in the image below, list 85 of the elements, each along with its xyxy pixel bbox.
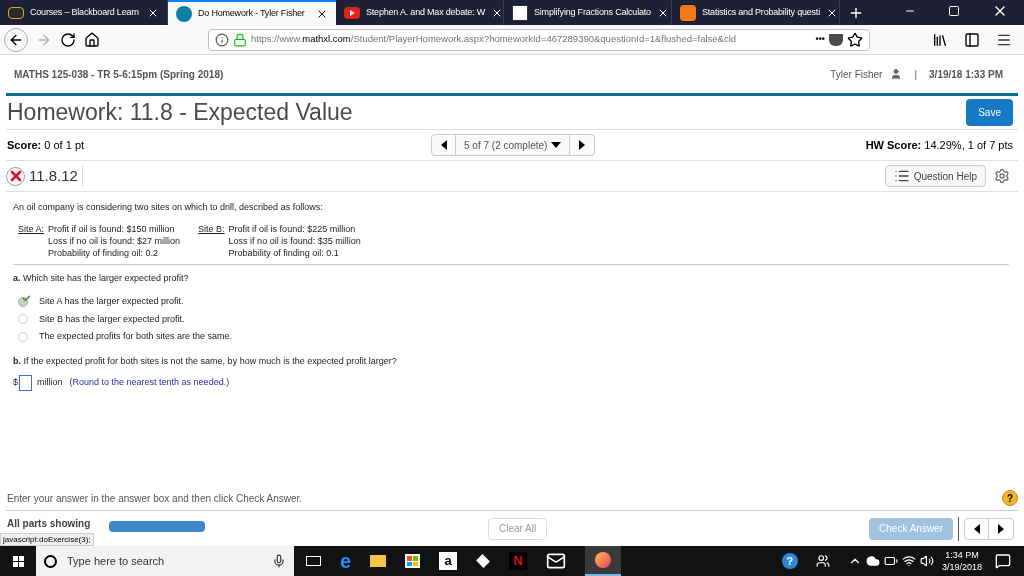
browser-e-icon[interactable]: e	[340, 551, 352, 571]
battery-icon[interactable]	[883, 554, 898, 568]
course-name: MATHS 125-038 - TR 5-6:15pm (Spring 2018)	[14, 67, 224, 82]
answer-option[interactable]: The expected profits for both sites are the same.	[18, 330, 1009, 344]
question-dropdown[interactable]: 5 of 7 (2 complete)	[456, 135, 571, 155]
square-logo-icon	[680, 4, 696, 21]
bookmark-star-icon[interactable]	[847, 31, 863, 48]
amazon-app-icon[interactable]: a	[439, 552, 458, 570]
microphone-icon[interactable]	[272, 554, 286, 568]
unit-text: million	[37, 376, 63, 390]
homework-score: HW Score: 14.29%, 1 of 7 pts	[865, 137, 1013, 153]
cloud-icon[interactable]	[865, 554, 880, 568]
parts-toggle-button[interactable]	[109, 521, 205, 532]
site-detail: Profit if oil is found: $150 million	[48, 222, 176, 235]
home-icon[interactable]	[84, 31, 100, 48]
taskbar-time: 1:34 PM	[945, 549, 979, 561]
url-text: https://www.mathxl.com/Student/PlayerHomework.aspx?homeworkId=467289390&questionId=1&flushed=false&cld	[251, 32, 738, 47]
people-icon[interactable]	[815, 554, 830, 568]
question-help-button[interactable]: Question Help	[884, 165, 986, 187]
right-triangle-icon	[998, 523, 1004, 534]
check-mark-icon	[22, 293, 31, 303]
sidebar-icon[interactable]	[964, 31, 980, 48]
mail-icon[interactable]	[546, 551, 567, 571]
part-b-question: b. If the expected profit for both sites is not the same, by how much is the expected profit larger?	[13, 354, 398, 368]
store-bag-icon[interactable]	[405, 554, 421, 568]
circle-logo-icon	[176, 5, 192, 22]
page-actions-menu[interactable]: •••	[815, 32, 825, 47]
wifi-icon[interactable]	[901, 554, 916, 568]
task-view-icon[interactable]	[306, 556, 321, 566]
lock-icon	[233, 32, 247, 47]
question-intro: An oil company is considering two sites on which to drill, described as follows:	[13, 201, 324, 214]
site-detail: Loss if no oil is found: $27 million	[48, 234, 181, 247]
instruction-text: Enter your answer in the answer box and then click Check Answer.	[7, 491, 303, 506]
answer-input-field[interactable]	[19, 375, 32, 391]
restore-icon[interactable]	[948, 5, 960, 17]
folder-icon[interactable]	[370, 555, 387, 567]
library-icon[interactable]	[932, 31, 948, 48]
dollar-sign: $	[13, 376, 18, 390]
rounding-hint: (Round to the nearest tenth as needed.)	[69, 376, 230, 390]
parts-label: All parts showing	[7, 517, 92, 531]
settings-icon[interactable]	[994, 168, 1010, 184]
radio-button[interactable]	[18, 314, 28, 325]
firefox-icon	[595, 552, 612, 568]
left-triangle-icon	[440, 140, 447, 150]
radio-button[interactable]	[18, 331, 28, 342]
help-tray-icon[interactable]: ?	[781, 553, 798, 569]
site-detail: Probability of finding oil: 0.2	[48, 246, 160, 259]
question-number: 11.8.12	[29, 164, 83, 188]
play-logo-icon	[344, 6, 360, 19]
separator-text: |	[914, 67, 918, 82]
site-detail: Loss if no oil is found: $35 million	[228, 234, 361, 247]
homework-title: Homework: 11.8 - Expected Value	[7, 98, 353, 128]
status-tooltip: javascript:doExercise(3);	[0, 533, 94, 546]
answer-option[interactable]: Site B has the larger expected profit.	[18, 312, 1009, 326]
site-label: Site A:	[18, 222, 44, 236]
answer-option[interactable]: Site A has the larger expected profit.	[18, 295, 1009, 309]
pocket-icon[interactable]	[829, 33, 843, 46]
firefox-taskbar-button[interactable]	[585, 546, 622, 576]
save-button[interactable]: Save	[966, 99, 1013, 126]
taskbar-search-field[interactable]: Type here to search	[36, 546, 294, 576]
netflix-app-icon[interactable]: N	[509, 552, 528, 570]
user-name: Tyler Fisher	[830, 67, 883, 82]
site-label: Site B:	[198, 222, 225, 236]
course-site-icon	[8, 6, 24, 19]
sigma-logo-icon	[512, 4, 528, 21]
help-button[interactable]: ?	[1002, 490, 1018, 506]
notification-icon[interactable]	[995, 553, 1011, 569]
volume-icon[interactable]	[919, 554, 934, 568]
user-icon	[890, 68, 903, 80]
taskbar-date: 3/19/2018	[941, 561, 982, 573]
list-icon	[893, 168, 910, 184]
reload-icon[interactable]	[60, 31, 76, 48]
address-bar[interactable]: https://www.mathxl.com/Student/PlayerHomework.aspx?homeworkId=467289390&questionId=1&flushed=false&cld •••	[208, 28, 870, 51]
left-triangle-icon	[973, 523, 980, 534]
info-icon[interactable]	[215, 32, 229, 47]
score-text: Score: 0 of 1 pt	[7, 137, 86, 153]
site-detail: Profit if oil is found: $225 million	[228, 222, 357, 235]
radio-button[interactable]	[18, 296, 28, 307]
date-time: 3/19/18 1:33 PM	[929, 67, 1003, 82]
part-a-question: a. Which site has the larger expected profit?	[13, 271, 190, 285]
down-triangle-icon	[551, 142, 562, 148]
browser-tab[interactable]: Do Homework - Tyler Fisher	[168, 0, 336, 25]
right-triangle-icon	[579, 140, 586, 150]
new-tab-icon[interactable]	[848, 5, 864, 21]
site-detail: Probability of finding oil: 0.1	[228, 246, 340, 259]
